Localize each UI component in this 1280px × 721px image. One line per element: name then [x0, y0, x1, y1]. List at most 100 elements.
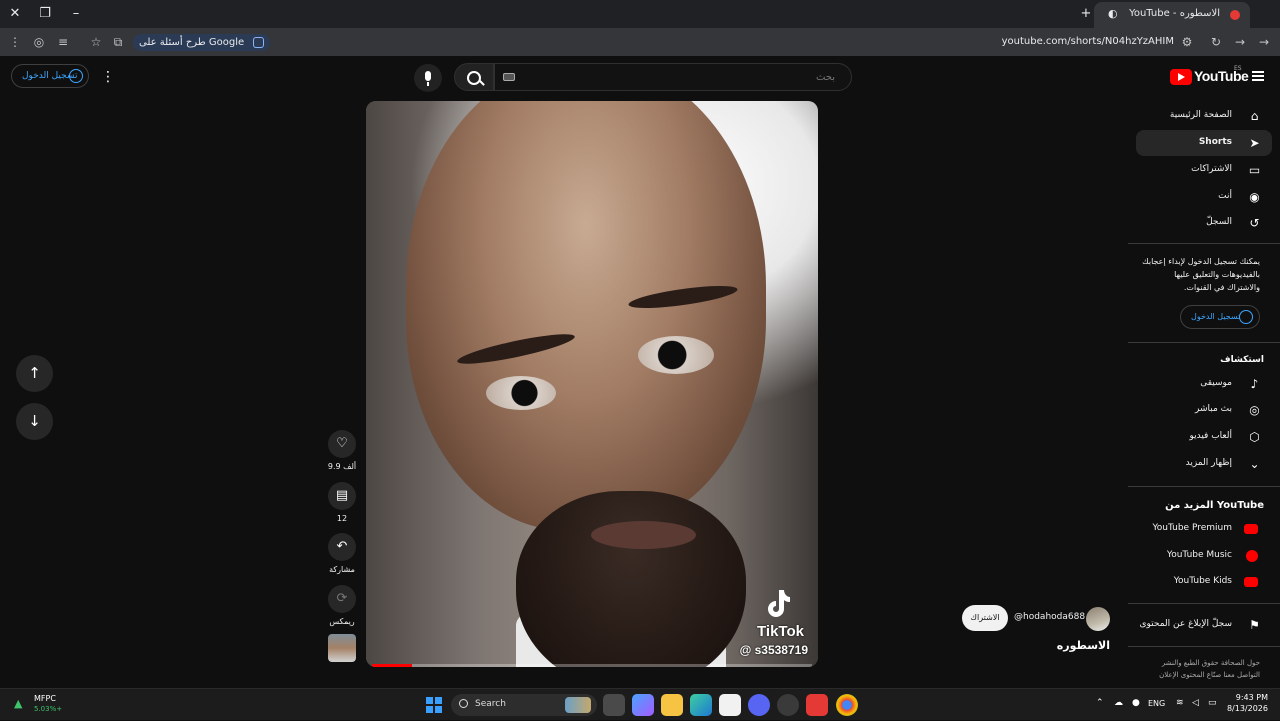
guide-item-youtube-music[interactable]: YouTube Music — [1136, 543, 1272, 569]
browser-tab-strip: ✕ ❐ – + ✕ الاسطوره - YouTube ◐ — [0, 0, 1280, 28]
guide-footer-links[interactable]: حول الصحافة حقوق الطبع والنشر التواصل مع… — [1140, 657, 1260, 681]
start-menu-icon[interactable] — [423, 694, 445, 716]
guide-item-music[interactable]: موسيقى ♪ — [1136, 371, 1272, 397]
guide-item-subscriptions[interactable]: الاشتراكات ▭ — [1136, 157, 1272, 183]
ask-google-chip[interactable]: طرح أسئلة على Google — [133, 34, 271, 51]
share-action[interactable]: ↶ مشاركة — [327, 533, 357, 574]
youtube-logo[interactable]: YouTube ES — [1170, 65, 1249, 86]
new-tab-icon[interactable]: + — [1076, 4, 1096, 24]
red-app-icon[interactable] — [806, 694, 828, 716]
guide-item-show-more[interactable]: إظهار المزيد ⌄ — [1136, 451, 1272, 477]
chrome-app-icon[interactable] — [836, 694, 858, 716]
remix-icon[interactable]: ⟳ — [328, 585, 356, 613]
tab-audio-icon[interactable]: ◐ — [1108, 7, 1118, 20]
microphone-icon[interactable]: ● — [1132, 698, 1140, 708]
previous-short-button[interactable]: ↑ — [16, 355, 53, 392]
file-explorer-icon[interactable] — [661, 694, 683, 716]
taskbar-search-label: Search — [475, 699, 506, 709]
tab-title: الاسطوره - YouTube — [1129, 8, 1220, 19]
profile-icon[interactable]: ◎ — [30, 33, 48, 51]
video-subject-eye — [486, 376, 556, 410]
channel-avatar[interactable] — [1086, 607, 1110, 631]
settings-app-icon[interactable] — [777, 694, 799, 716]
edge-browser-icon[interactable] — [690, 694, 712, 716]
like-count: 9.9 ألف — [327, 462, 357, 471]
you-icon: ◉ — [1249, 190, 1260, 204]
browser-toolbar: ⋮ ◎ ≡ ☆ ⧉ طرح أسئلة على Google youtube.c… — [0, 28, 1280, 56]
reading-list-icon[interactable]: ≡ — [54, 33, 72, 51]
guide-item-history[interactable]: السجلّ ↺ — [1136, 210, 1272, 236]
taskbar-search[interactable]: Search — [451, 694, 597, 716]
keyboard-icon[interactable] — [503, 73, 515, 81]
share-icon[interactable]: ↶ — [328, 533, 356, 561]
guide-item-label: إظهار المزيد — [1185, 458, 1232, 468]
guide-item-gaming[interactable]: ألعاب فيديو ⬡ — [1136, 424, 1272, 450]
volume-icon[interactable]: ◁ — [1192, 698, 1199, 708]
stock-trend-icon: ▲ — [14, 697, 23, 710]
guide-divider — [1128, 486, 1280, 487]
comments-action[interactable]: ▤ 12 — [327, 482, 357, 523]
discord-app-icon[interactable] — [748, 694, 770, 716]
restore-window-icon[interactable]: ❐ — [35, 4, 55, 24]
store-app-icon[interactable] — [719, 694, 741, 716]
comment-icon[interactable]: ▤ — [328, 482, 356, 510]
search-input[interactable] — [525, 68, 845, 86]
sign-in-button[interactable]: تسجيل الدخول — [11, 64, 89, 88]
install-app-icon[interactable]: ⧉ — [109, 33, 127, 51]
chevron-down-icon: ⌄ — [1249, 457, 1260, 471]
reload-icon[interactable]: ↻ — [1207, 33, 1225, 51]
guide-item-report-history[interactable]: سجلّ الإبلاغ عن المحتوى ⚑ — [1136, 612, 1272, 638]
music-icon: ♪ — [1250, 377, 1259, 391]
address-bar[interactable]: youtube.com/shorts/N04hzYzAHIM — [1002, 36, 1174, 47]
video-subject-mouth — [591, 521, 696, 549]
site-settings-icon[interactable]: ⚙ — [1178, 33, 1196, 51]
voice-search-icon[interactable] — [414, 64, 442, 92]
share-label: مشاركة — [329, 565, 355, 574]
wifi-icon[interactable]: ≋ — [1176, 698, 1184, 708]
guide-item-live[interactable]: بث مباشر ◎ — [1136, 397, 1272, 423]
cloud-icon[interactable]: ☁ — [1114, 698, 1123, 708]
video-subject-head — [406, 101, 766, 531]
browser-menu-icon[interactable]: ⋮ — [6, 33, 24, 51]
guide-menu-icon[interactable] — [1252, 71, 1264, 81]
guide-sign-in-button[interactable]: تسجيل الدخول — [1180, 305, 1260, 329]
guide-item-youtube-kids[interactable]: YouTube Kids — [1136, 569, 1272, 595]
guide-item-label: سجلّ الإبلاغ عن المحتوى — [1139, 619, 1232, 629]
forward-icon[interactable]: → — [1231, 33, 1249, 51]
input-language[interactable]: ENG — [1148, 699, 1165, 708]
channel-handle[interactable]: @hodahoda688 — [1014, 612, 1085, 622]
search-box[interactable] — [494, 63, 852, 91]
account-icon — [1239, 310, 1253, 324]
settings-menu-icon[interactable]: ⋮ — [100, 67, 116, 87]
battery-icon[interactable]: ▭ — [1208, 698, 1217, 708]
tiktok-handle: @ s3538719 — [739, 643, 808, 657]
guide-item-home[interactable]: الصفحة الرئيسية ⌂ — [1136, 103, 1272, 129]
widgets-app-icon[interactable] — [632, 694, 654, 716]
browser-tab[interactable]: الاسطوره - YouTube ◐ — [1094, 2, 1250, 28]
tray-overflow-icon[interactable]: ⌃ — [1096, 698, 1104, 708]
video-progress-bar[interactable] — [372, 664, 812, 667]
guide-item-youtube-premium[interactable]: YouTube Premium — [1136, 516, 1272, 542]
guide-divider — [1128, 603, 1280, 604]
guide-item-shorts[interactable]: Shorts ➤ — [1136, 130, 1272, 156]
subscribe-button[interactable]: الاشتراك — [962, 605, 1008, 631]
guide-item-label: الصفحة الرئيسية — [1169, 110, 1232, 120]
task-view-icon[interactable] — [603, 694, 625, 716]
sound-thumbnail[interactable] — [328, 634, 356, 662]
shorts-video-player[interactable]: TikTok @ s3538719 — [366, 101, 818, 667]
like-icon[interactable]: ♡ — [328, 430, 356, 458]
guide-item-label: YouTube Music — [1166, 550, 1232, 560]
like-action[interactable]: ♡ 9.9 ألف — [327, 430, 357, 471]
guide-item-you[interactable]: أنت ◉ — [1136, 184, 1272, 210]
back-icon[interactable]: → — [1255, 33, 1273, 51]
bookmark-star-icon[interactable]: ☆ — [87, 33, 105, 51]
minimize-window-icon[interactable]: – — [66, 4, 86, 24]
search-button[interactable] — [454, 63, 494, 91]
search-highlight-icon — [565, 697, 591, 713]
guide-item-label: YouTube Kids — [1173, 576, 1232, 586]
remix-action[interactable]: ⟳ ريمكس — [327, 585, 357, 626]
next-short-button[interactable]: ↓ — [16, 403, 53, 440]
system-tray: ⌃ ☁ ● ENG ≋ ◁ ▭ 9:43 PM 8/13/2026 — [1090, 689, 1280, 721]
close-window-icon[interactable]: ✕ — [5, 4, 25, 24]
system-clock[interactable]: 9:43 PM 8/13/2026 — [1227, 693, 1268, 713]
